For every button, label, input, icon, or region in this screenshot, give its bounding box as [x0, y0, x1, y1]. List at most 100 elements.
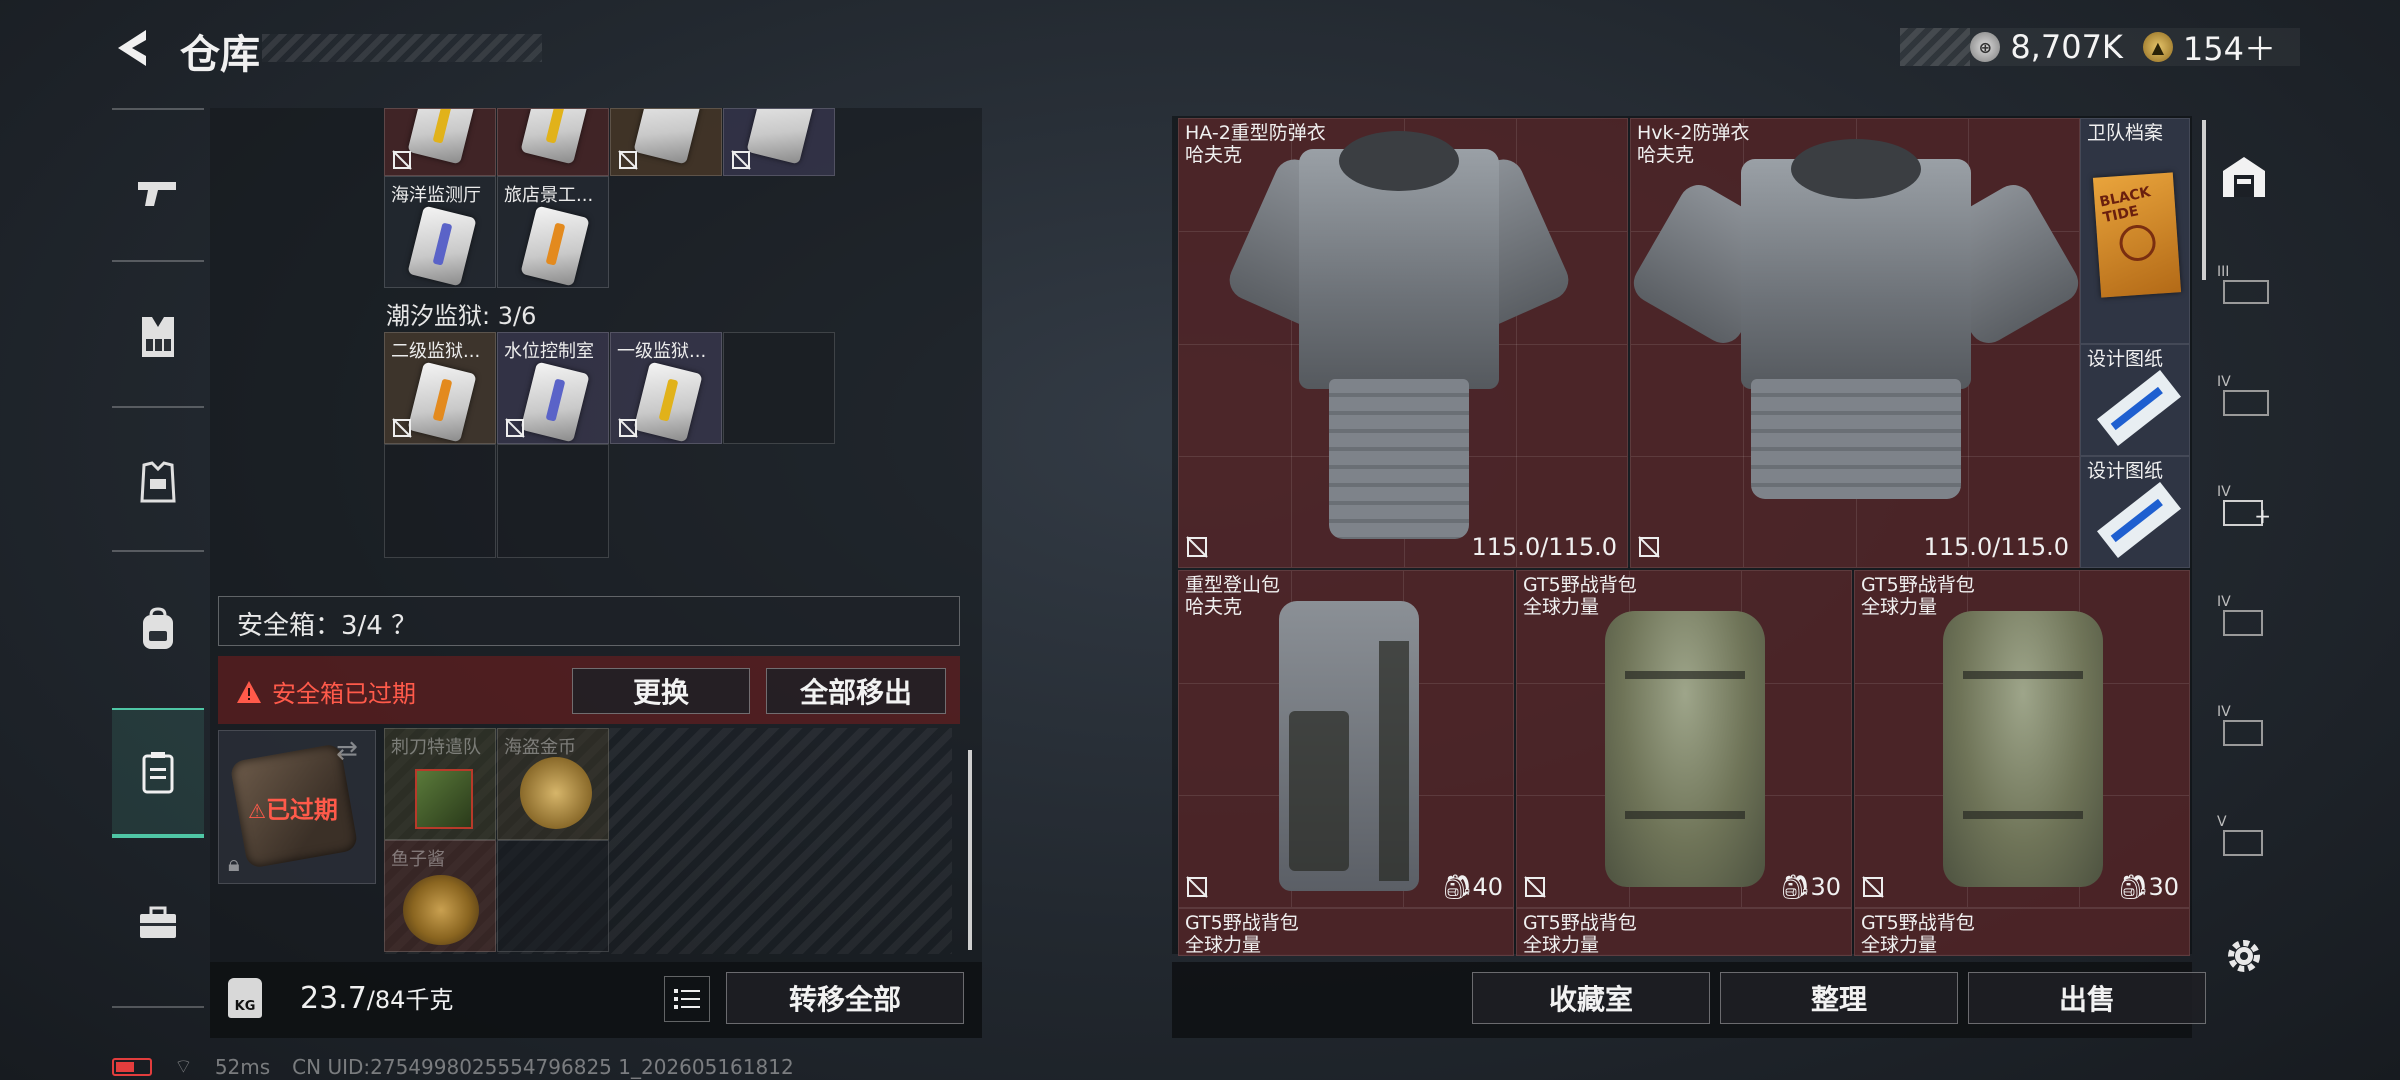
lock-icon: 🔒︎: [228, 852, 240, 877]
keycard-slot-level1-prison[interactable]: 一级监狱...: [610, 332, 722, 444]
stash-slot-icon: III: [2217, 264, 2271, 308]
stash-page-nav: III IV IV + IV IV V: [2202, 116, 2286, 1016]
pistol-icon: [138, 182, 176, 206]
list-icon: [674, 989, 700, 1009]
stash-page-4a[interactable]: IV: [2202, 346, 2286, 446]
backpack-image: [1943, 611, 2103, 887]
left-scrollbar[interactable]: [968, 750, 972, 950]
blueprint-image: [2097, 369, 2181, 447]
safe-box-expired-warning: 安全箱已过期: [236, 674, 416, 709]
stash-item-blueprint[interactable]: 设计图纸: [2080, 456, 2190, 568]
stash-item-gt5-pack[interactable]: GT5野战背包 全球力量: [1854, 908, 2190, 956]
empty-keycard-slot[interactable]: [497, 444, 609, 558]
coin-image: [520, 757, 592, 829]
remove-all-button[interactable]: 全部移出: [766, 668, 946, 714]
keycard-slot[interactable]: [610, 108, 722, 176]
safe-item-bayonet-team[interactable]: 刺刀特遣队: [384, 728, 496, 840]
no-link-icon: [1186, 536, 1208, 558]
keycard-slot[interactable]: [497, 108, 609, 176]
caviar-tin-image: [403, 875, 479, 945]
stash-page-5[interactable]: V: [2202, 786, 2286, 886]
no-link-icon: [1524, 876, 1546, 898]
stash-item-ha2-armor[interactable]: HA-2重型防弹衣 哈夫克 115.0/115.0: [1178, 118, 1628, 568]
stash-item-guard-archive[interactable]: 卫队档案 BLACK TIDE: [2080, 118, 2190, 344]
archive-folder-image: BLACK TIDE: [2092, 172, 2182, 298]
stash-page-4b[interactable]: IV +: [2202, 456, 2286, 556]
sort-button[interactable]: 整理: [1720, 972, 1958, 1024]
armor-icon: [140, 461, 176, 503]
no-link-icon: [618, 150, 638, 170]
currency-bar: ⊕ 8,707K ▲ 154＋: [1900, 28, 2300, 68]
durability-value: 115.0/115.0: [1471, 533, 1618, 561]
capacity-value: 🎒︎30: [2117, 873, 2179, 901]
back-arrow-icon: [118, 30, 146, 66]
empty-safe-slot[interactable]: [497, 840, 609, 952]
stash-slot-icon: IV: [2217, 704, 2271, 748]
keycard-slot[interactable]: [723, 108, 835, 176]
tide-prison-section-title: 潮汐监狱: 3/6: [386, 302, 537, 330]
stash-page-main[interactable]: [2202, 126, 2286, 226]
no-link-icon: [1186, 876, 1208, 898]
backpack-image: [1605, 611, 1765, 887]
stash-page-4d[interactable]: IV: [2202, 676, 2286, 776]
back-button[interactable]: [110, 24, 158, 72]
keycard-slot-hotel[interactable]: 旅店景工...: [497, 176, 609, 288]
safe-item-caviar[interactable]: 鱼子酱: [384, 840, 496, 952]
nav-item-armor[interactable]: [112, 418, 204, 548]
badge-image: [415, 769, 473, 829]
transfer-all-button[interactable]: 转移全部: [726, 972, 964, 1024]
user-uid: CN UID:2754998025554796825 1_20260516181…: [292, 1054, 794, 1079]
keycard-slot-water-control[interactable]: 水位控制室: [497, 332, 609, 444]
briefcase-icon: [140, 906, 176, 938]
page-title: 仓库: [180, 32, 260, 78]
no-link-icon: [392, 150, 412, 170]
nav-item-safe-box[interactable]: [112, 708, 204, 838]
stash-slot-icon: IV +: [2217, 484, 2271, 528]
replace-button[interactable]: 更换: [572, 668, 750, 714]
stash-item-gt5-pack[interactable]: GT5野战背包 全球力量 🎒︎30: [1854, 570, 2190, 908]
nav-item-vests[interactable]: [112, 272, 204, 402]
keycard-slot-level2-prison[interactable]: 二级监狱...: [384, 332, 496, 444]
no-link-icon: [618, 418, 638, 438]
stash-slot-icon: V: [2217, 814, 2271, 858]
stash-page-3[interactable]: III: [2202, 236, 2286, 336]
warehouse-icon: [2223, 157, 2265, 197]
collection-room-button[interactable]: 收藏室: [1472, 972, 1710, 1024]
keycard-slot[interactable]: [384, 108, 496, 176]
empty-keycard-slot[interactable]: [723, 332, 835, 444]
backpack-image: [1279, 601, 1419, 891]
stash-page-4c[interactable]: IV: [2202, 566, 2286, 666]
safe-box-capacity[interactable]: 安全箱：3/4 ？: [218, 596, 960, 646]
chest-rig-icon: [142, 317, 174, 357]
warning-icon: [237, 680, 261, 703]
gear-icon: [2228, 940, 2260, 972]
keycard-slot-ocean-monitoring[interactable]: 海洋监测厅: [384, 176, 496, 288]
stash-item-blueprint[interactable]: 设计图纸: [2080, 344, 2190, 456]
gold-coin-icon: ▲: [2142, 32, 2173, 62]
no-link-icon: [731, 150, 751, 170]
case-expired-label: ⚠已过期: [248, 796, 338, 824]
list-view-button[interactable]: [664, 976, 710, 1022]
blueprint-image: [2097, 481, 2181, 559]
sell-button[interactable]: 出售: [1968, 972, 2206, 1024]
capacity-value: 🎒︎30: [1779, 873, 1841, 901]
stash-item-gt5-pack[interactable]: GT5野战背包 全球力量 🎒︎30: [1516, 570, 1852, 908]
swap-icon[interactable]: ⇄: [336, 736, 358, 766]
stash-item-gt5-pack[interactable]: GT5野战背包 全球力量: [1178, 908, 1514, 956]
capacity-value: 🎒︎40: [1441, 873, 1503, 901]
nav-item-backpacks[interactable]: [112, 564, 204, 694]
battery-icon: [112, 1057, 152, 1076]
safe-item-pirate-coin[interactable]: 海盗金币: [497, 728, 609, 840]
stash-item-gt5-pack[interactable]: GT5野战背包 全球力量: [1516, 908, 1852, 956]
backpack-icon: [143, 607, 173, 649]
stash-item-hvk2-armor[interactable]: Hvk-2防弹衣 哈夫克 115.0/115.0: [1630, 118, 2080, 568]
gold-coin-amount[interactable]: 154＋: [2183, 24, 2276, 70]
left-category-nav: [112, 108, 204, 1008]
safe-box-icon: [142, 752, 174, 794]
nav-item-weapons[interactable]: [112, 128, 204, 258]
stash-item-heavy-climbing-pack[interactable]: 重型登山包 哈夫克 🎒︎40: [1178, 570, 1514, 908]
settings-button[interactable]: [2202, 906, 2286, 1006]
wifi-icon: ⌔: [174, 1054, 193, 1078]
nav-item-toolbox[interactable]: [112, 858, 204, 988]
empty-keycard-slot[interactable]: [384, 444, 496, 558]
